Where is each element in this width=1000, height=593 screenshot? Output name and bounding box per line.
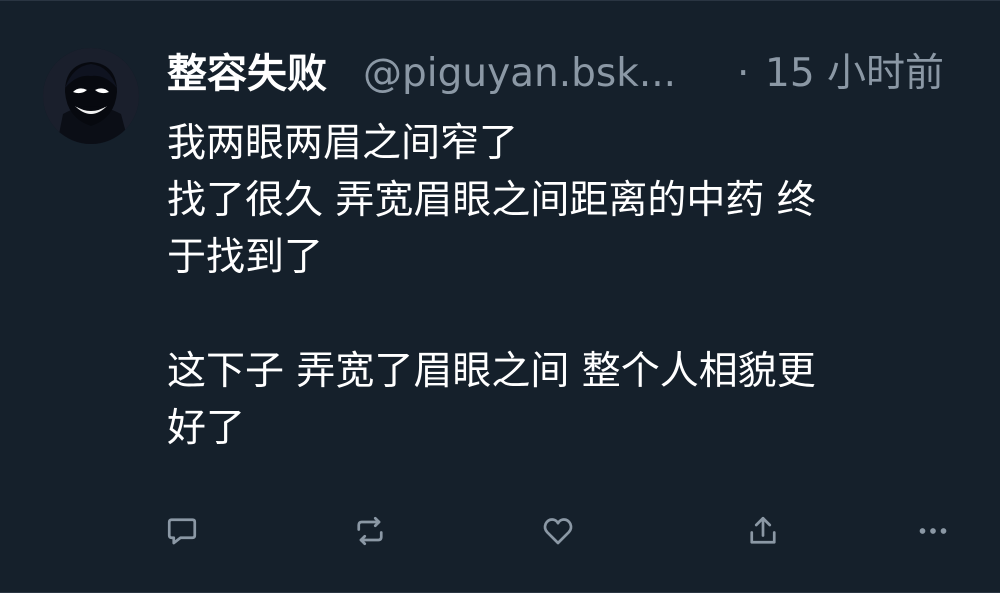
post-text-line: 于找到了 (167, 235, 324, 280)
more-icon (919, 528, 947, 534)
post-text-line: 好了 (167, 406, 246, 451)
post-text: 我两眼两眉之间窄了 找了很久 弄宽眉眼之间距离的中药 终 于找到了 这下子 弄宽… (167, 115, 967, 457)
post-card[interactable]: 整容失败 @piguyan.bsk... · 15 小时前 我两眼两眉之间窄了 … (0, 0, 1000, 593)
action-bar (0, 511, 1000, 551)
post-timestamp[interactable]: 15 小时前 (765, 46, 944, 102)
author-handle[interactable]: @piguyan.bsk... (363, 46, 676, 102)
reply-icon (167, 518, 197, 545)
avatar[interactable] (43, 48, 139, 144)
repost-button[interactable] (350, 511, 390, 551)
post-header: 整容失败 @piguyan.bsk... · 15 小时前 (167, 46, 977, 102)
separator-dot: · (737, 51, 750, 96)
post-text-line: 这下子 弄宽了眉眼之间 整个人相貌更 (167, 349, 816, 394)
post-text-line: 我两眼两眉之间窄了 (167, 121, 519, 166)
like-icon (543, 518, 573, 545)
share-button[interactable] (743, 511, 783, 551)
reply-button[interactable] (162, 511, 202, 551)
more-button[interactable] (913, 511, 953, 551)
post-text-line: 找了很久 弄宽眉眼之间距离的中药 终 (167, 178, 816, 223)
post-text-line (167, 286, 967, 343)
share-icon (750, 516, 776, 544)
like-button[interactable] (538, 511, 578, 551)
author-display-name[interactable]: 整容失败 (167, 46, 327, 102)
repost-icon (357, 516, 383, 546)
avatar-image (43, 48, 139, 144)
